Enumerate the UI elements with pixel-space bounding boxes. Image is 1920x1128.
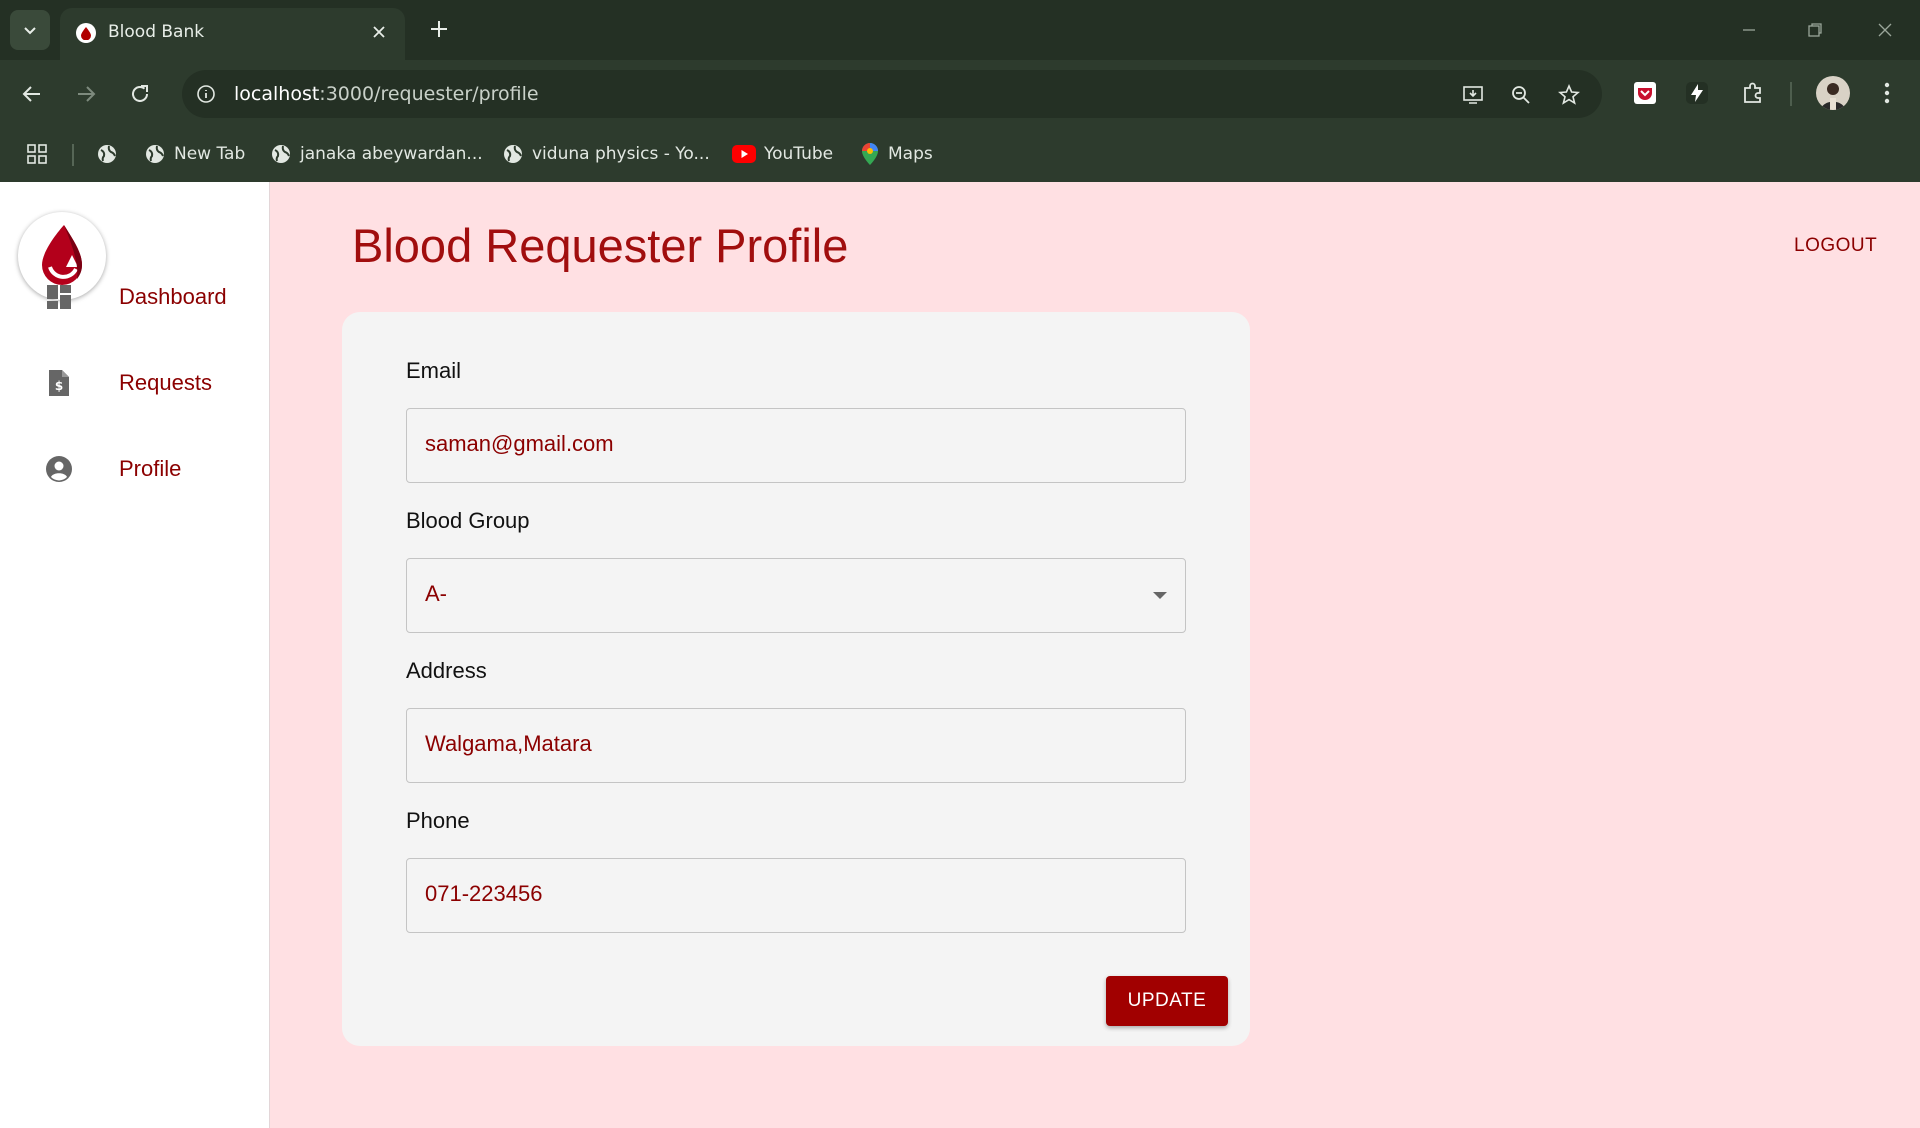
page-title: Blood Requester Profile [352,219,849,272]
profile-form-card: Email saman@gmail.com Blood Group A- Add… [342,312,1250,1046]
address-value: Walgama,Matara [425,731,592,756]
account-circle-icon [44,454,74,484]
sidebar: Dashboard $ Requests Profile [0,182,270,1128]
site-info-icon[interactable] [194,82,218,106]
tab-strip: Blood Bank [0,0,1920,60]
logout-button[interactable]: LOGOUT [1794,235,1877,257]
toolbar-separator [1790,82,1792,106]
blood-group-label: Blood Group [406,508,530,533]
globe-icon [272,145,290,163]
email-field[interactable]: saman@gmail.com [406,408,1186,483]
tab-close-icon[interactable] [367,20,391,44]
tab-title: Blood Bank [108,22,205,42]
install-app-icon[interactable] [1458,80,1488,110]
new-tab-plus-icon[interactable] [424,14,454,44]
bookmarks-bar: New Tab janaka abeywardan... viduna phys… [0,128,1920,182]
bookmark-item[interactable]: janaka abeywardan... [270,138,483,170]
bookmark-label: YouTube [764,144,834,164]
back-arrow-icon[interactable] [12,74,52,114]
address-label: Address [406,658,487,683]
pocket-extension-icon[interactable] [1628,76,1662,110]
email-value: saman@gmail.com [425,431,614,456]
bookmark-star-icon[interactable] [1554,80,1584,110]
minimize-icon[interactable] [1724,10,1774,50]
phone-field[interactable]: 071-223456 [406,858,1186,933]
globe-icon [504,145,522,163]
tab-search-button[interactable] [10,10,50,50]
sidebar-item-label: Requests [119,370,212,395]
window-close-icon[interactable] [1860,10,1910,50]
bookmark-item[interactable]: viduna physics - Yo... [502,138,710,170]
bookmark-item[interactable]: New Tab [144,138,245,170]
blood-group-select[interactable]: A- [406,558,1186,633]
bookmark-label: viduna physics - Yo... [532,144,710,164]
browser-toolbar: localhost:3000/requester/profile [0,60,1920,128]
blood-drop-favicon-icon [76,23,96,43]
blood-group-value: A- [425,581,447,606]
dashboard-icon [44,282,74,312]
extensions-puzzle-icon[interactable] [1736,76,1770,110]
youtube-icon [732,145,756,163]
profile-avatar[interactable] [1816,76,1850,110]
url-text: localhost:3000/requester/profile [234,83,539,105]
sidebar-item-label: Profile [119,456,182,481]
email-label: Email [406,358,462,383]
url-path: :3000/requester/profile [319,83,539,105]
browser-tab[interactable]: Blood Bank [60,8,405,60]
bookmark-label: janaka abeywardan... [300,144,483,164]
update-button[interactable]: UPDATE [1106,976,1228,1026]
bookmark-label: Maps [888,144,933,164]
lightning-extension-icon[interactable] [1680,76,1714,110]
dropdown-arrow-icon [1153,592,1167,599]
restore-icon[interactable] [1790,10,1840,50]
svg-text:$: $ [55,379,63,393]
sidebar-item-profile[interactable]: Profile [0,439,270,499]
bookmark-item[interactable]: Maps [860,138,933,170]
bookmark-label: New Tab [174,144,246,164]
sidebar-item-requests[interactable]: $ Requests [0,353,270,413]
forward-arrow-icon[interactable] [66,74,106,114]
address-field[interactable]: Walgama,Matara [406,708,1186,783]
apps-grid-icon[interactable] [26,138,48,170]
more-menu-icon[interactable] [1870,76,1904,110]
request-document-icon: $ [44,368,74,398]
bookmarks-separator [72,144,74,166]
bookmark-item[interactable]: YouTube [732,138,833,170]
phone-value: 071-223456 [425,881,543,906]
address-bar[interactable]: localhost:3000/requester/profile [182,70,1602,118]
browser-chrome: Blood Bank localhost:3000/requester/prof… [0,0,1920,182]
maps-icon [862,143,878,165]
bookmark-item[interactable] [96,138,126,170]
url-host: localhost [234,83,320,105]
zoom-icon[interactable] [1506,80,1536,110]
sidebar-item-label: Dashboard [119,284,227,309]
phone-label: Phone [406,808,470,833]
chevron-down-icon [24,27,36,35]
sidebar-item-dashboard[interactable]: Dashboard [0,267,270,327]
reload-icon[interactable] [120,74,160,114]
globe-icon [98,145,116,163]
globe-icon [146,145,164,163]
